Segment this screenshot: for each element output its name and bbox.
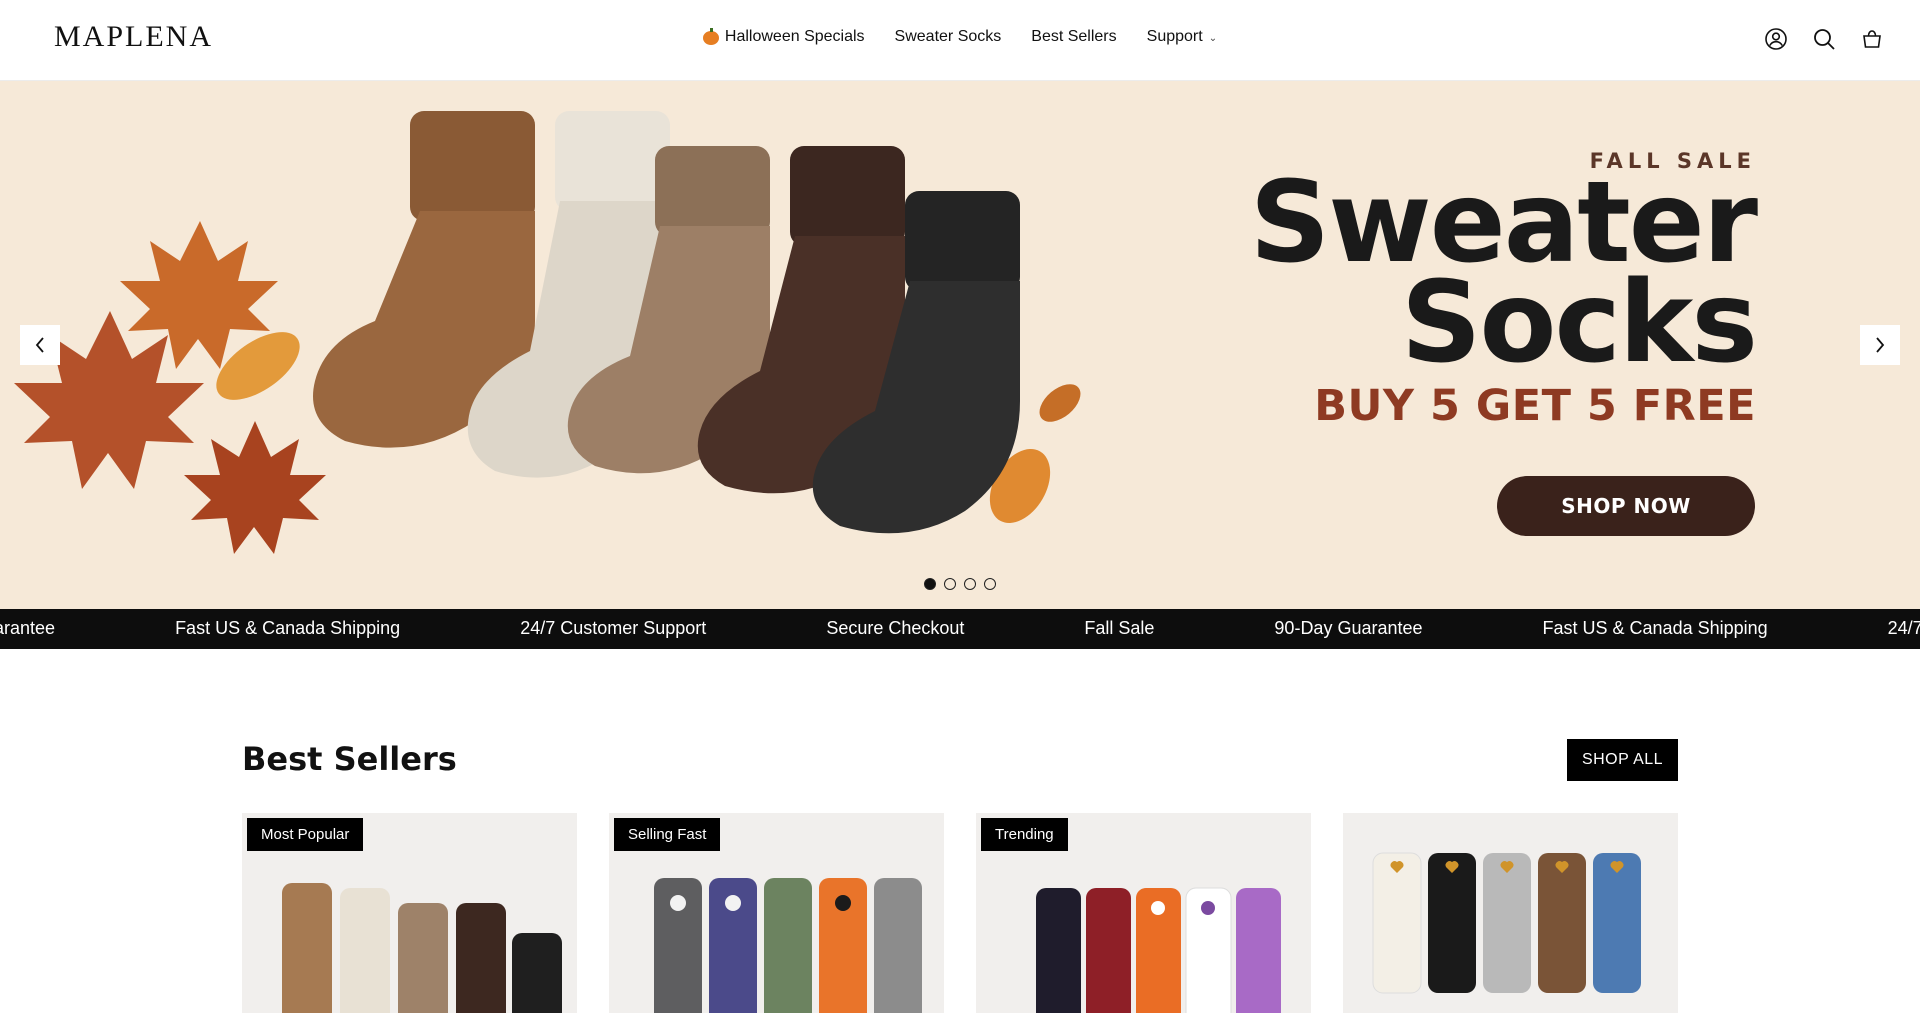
nav-item-label: Best Sellers [1031, 28, 1117, 45]
slider-dot-1[interactable] [924, 578, 936, 590]
slider-dots [924, 578, 996, 590]
account-icon[interactable] [1764, 27, 1788, 51]
marquee-item: Fall Sale [1084, 618, 1155, 638]
product-badge: Most Popular [247, 818, 364, 851]
hero-headline-line2: Socks [1400, 258, 1758, 388]
header-icons [1764, 27, 1884, 51]
product-card[interactable]: Trending [976, 813, 1311, 1013]
chevron-down-icon: ⌄ [1208, 32, 1218, 44]
product-card[interactable]: Selling Fast [609, 813, 944, 1013]
hero-slider: FALL SALE Sweater Socks BUY 5 GET 5 FREE… [0, 81, 1920, 609]
slider-dot-2[interactable] [944, 578, 956, 590]
product-grid: Most Popular Selling Fast Trending [242, 813, 1678, 1013]
hero-offer: BUY 5 GET 5 FREE [1314, 381, 1756, 431]
product-card[interactable]: Most Popular [242, 813, 577, 1013]
main-nav: Halloween Specials Sweater Socks Best Se… [0, 28, 1920, 46]
nav-item-best-sellers[interactable]: Best Sellers [1031, 28, 1116, 46]
nav-item-sweater-socks[interactable]: Sweater Socks [895, 28, 1002, 46]
marquee-item: 90-Day Guarantee [1274, 618, 1423, 638]
marquee-item: Secure Checkout [826, 618, 965, 638]
announcement-marquee: Guarantee Fast US & Canada Shipping 24/7… [0, 609, 1920, 649]
product-image [1372, 852, 1641, 994]
marquee-item: Fast US & Canada Shipping [1542, 618, 1768, 638]
cart-icon[interactable] [1860, 27, 1884, 51]
shop-all-button[interactable]: SHOP ALL [1567, 739, 1678, 781]
shop-now-button[interactable]: SHOP NOW [1497, 476, 1755, 536]
marquee-item: 24/7 Customer Support [1887, 618, 1920, 638]
search-icon[interactable] [1812, 27, 1836, 51]
slider-dot-3[interactable] [964, 578, 976, 590]
slider-prev-button[interactable] [20, 325, 60, 365]
product-badge: Selling Fast [614, 818, 721, 851]
slider-dot-4[interactable] [984, 578, 996, 590]
pumpkin-icon [702, 28, 719, 45]
nav-item-label: Sweater Socks [894, 28, 1002, 45]
marquee-item: 24/7 Customer Support [520, 618, 707, 638]
nav-item-label: Halloween Specials [724, 28, 865, 45]
best-sellers-title: Best Sellers [242, 740, 457, 778]
nav-item-halloween-specials[interactable]: Halloween Specials [702, 28, 865, 46]
hero-promo: FALL SALE Sweater Socks BUY 5 GET 5 FREE [1250, 149, 1758, 431]
product-card[interactable] [1343, 813, 1678, 1013]
product-badge: Trending [981, 818, 1068, 851]
nav-item-support[interactable]: Support ⌄ [1147, 28, 1217, 46]
site-header: MAPLENA Halloween Specials Sweater Socks… [0, 0, 1920, 81]
nav-item-label: Support [1146, 28, 1203, 45]
marquee-item: Fast US & Canada Shipping [175, 618, 401, 638]
marquee-item: Guarantee [0, 618, 56, 638]
slider-next-button[interactable] [1860, 325, 1900, 365]
